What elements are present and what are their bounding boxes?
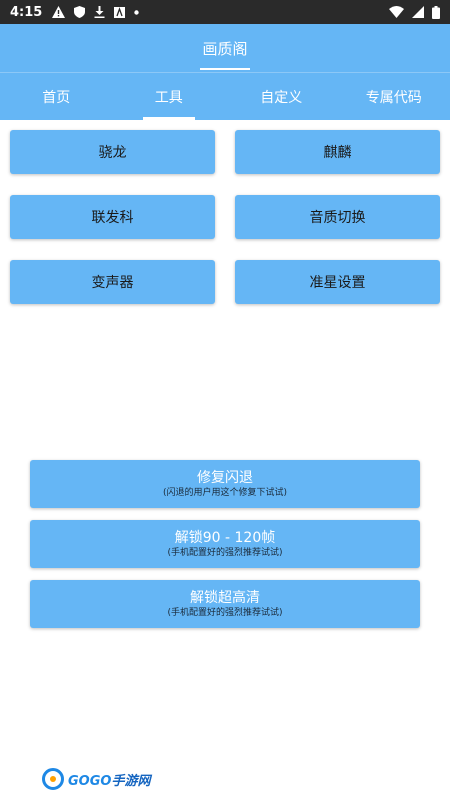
kirin-button[interactable]: 麒麟 bbox=[235, 130, 440, 174]
watermark-brand-cn: 手游网 bbox=[111, 773, 151, 789]
status-notification-icons bbox=[52, 6, 140, 18]
tab-home[interactable]: 首页 bbox=[0, 73, 113, 120]
battery-icon bbox=[432, 5, 440, 19]
tab-exclusive-code[interactable]: 专属代码 bbox=[338, 73, 450, 120]
wifi-icon bbox=[389, 6, 404, 18]
fix-crash-subtitle: (闪退的用户用这个修复下试试) bbox=[162, 487, 288, 498]
watermark-text: GOGO手游网 bbox=[68, 770, 150, 789]
snapdragon-button[interactable]: 骁龙 bbox=[10, 130, 215, 174]
unlock-fps-button[interactable]: 解锁90 - 120帧 (手机配置好的强烈推荐试试) bbox=[30, 520, 420, 568]
tab-custom[interactable]: 自定义 bbox=[225, 73, 338, 120]
status-bar: 4:15 bbox=[0, 0, 450, 24]
watermark: GOGO手游网 bbox=[42, 768, 150, 790]
tab-tools[interactable]: 工具 bbox=[113, 73, 226, 120]
unlock-fps-title: 解锁90 - 120帧 bbox=[174, 529, 276, 546]
crosshair-settings-button[interactable]: 准星设置 bbox=[235, 260, 440, 304]
status-system-icons bbox=[389, 5, 440, 19]
warning-icon bbox=[52, 6, 66, 18]
dot-icon bbox=[134, 9, 140, 15]
voice-changer-button[interactable]: 变声器 bbox=[10, 260, 215, 304]
app-header: 画质阁 bbox=[0, 24, 450, 72]
fix-crash-title: 修复闪退 bbox=[197, 469, 253, 486]
unlock-uhd-button[interactable]: 解锁超高清 (手机配置好的强烈推荐试试) bbox=[30, 580, 420, 628]
download-icon bbox=[94, 6, 105, 18]
watermark-brand: GOGO bbox=[68, 773, 112, 789]
a-box-icon bbox=[114, 6, 126, 18]
shield-icon bbox=[74, 6, 86, 18]
unlock-uhd-subtitle: (手机配置好的强烈推荐试试) bbox=[167, 607, 283, 618]
fix-crash-button[interactable]: 修复闪退 (闪退的用户用这个修复下试试) bbox=[30, 460, 420, 508]
gogo-logo-icon bbox=[42, 768, 64, 790]
title-underline bbox=[200, 68, 250, 70]
status-time: 4:15 bbox=[10, 4, 43, 20]
page-title: 画质阁 bbox=[202, 39, 248, 58]
tab-bar: 首页 工具 自定义 专属代码 bbox=[0, 72, 450, 120]
mediatek-button[interactable]: 联发科 bbox=[10, 195, 215, 239]
unlock-uhd-title: 解锁超高清 bbox=[190, 589, 260, 606]
unlock-fps-subtitle: (手机配置好的强烈推荐试试) bbox=[167, 547, 283, 558]
sound-quality-button[interactable]: 音质切换 bbox=[235, 195, 440, 239]
signal-icon bbox=[412, 6, 424, 18]
